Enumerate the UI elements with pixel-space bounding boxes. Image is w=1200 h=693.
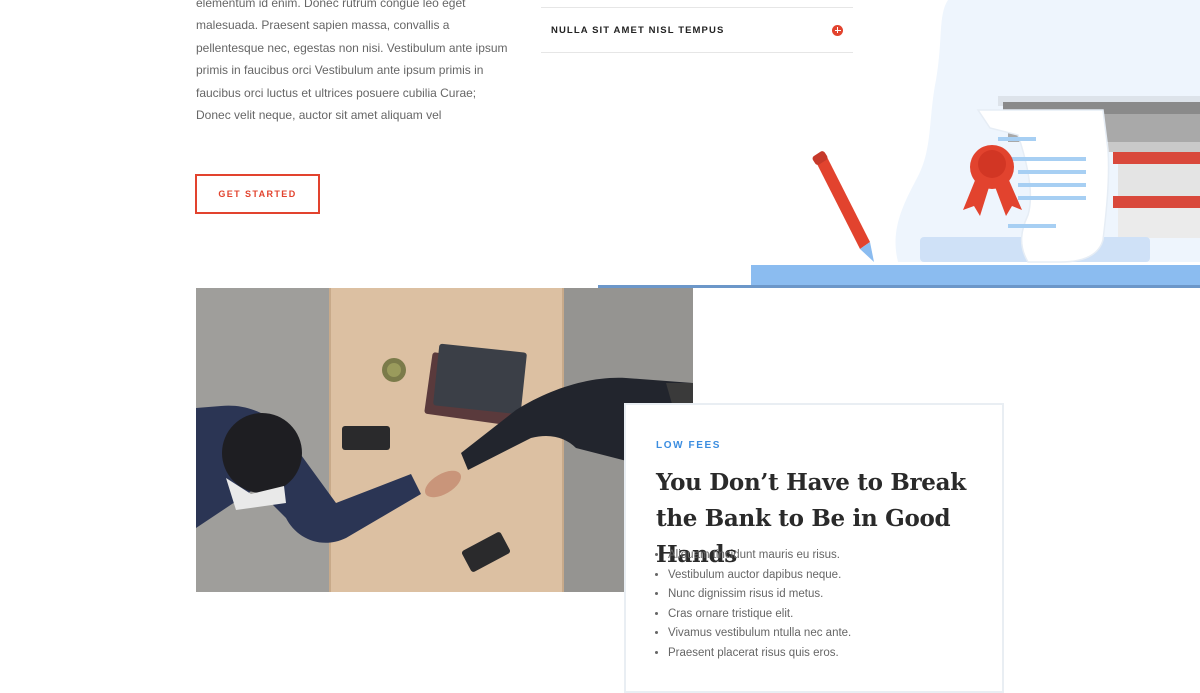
list-item: Cras ornare tristique elit. — [668, 605, 851, 625]
intro-paragraph: elementum id enim. Donec rutrum congue l… — [196, 0, 514, 126]
intro-line: malesuada. Praesent sapien massa, conval… — [196, 18, 450, 33]
intro-line: faucibus orci luctus et ultrices posuere… — [196, 85, 477, 100]
intro-line: Donec velit neque, auctor sit amet aliqu… — [196, 108, 442, 123]
intro-line: elementum id enim. Donec rutrum congue l… — [196, 0, 466, 10]
list-item: Vestibulum auctor dapibus neque. — [668, 566, 851, 586]
feature-list: Aliquam tincidunt mauris eu risus. Vesti… — [656, 546, 851, 664]
intro-line: primis in faucibus orci Vestibulum ante … — [196, 63, 484, 78]
card-eyebrow: LOW FEES — [656, 440, 722, 451]
get-started-button[interactable]: GET STARTED — [195, 174, 320, 214]
handshake-photo — [196, 288, 693, 592]
certificate-illustration — [598, 0, 1200, 288]
list-item: Aliquam tincidunt mauris eu risus. — [668, 546, 851, 566]
intro-line: pellentesque nec, egestas non nisi. Vest… — [196, 40, 508, 55]
list-item: Vivamus vestibulum ntulla nec ante. — [668, 624, 851, 644]
pen-icon — [812, 151, 874, 262]
list-item: Nunc dignissim risus id metus. — [668, 585, 851, 605]
list-item: Praesent placerat risus quis eros. — [668, 644, 851, 664]
phone-icon — [342, 426, 390, 450]
feature-card: LOW FEES You Don’t Have to Break the Ban… — [624, 403, 1004, 693]
shelf — [751, 265, 1200, 287]
